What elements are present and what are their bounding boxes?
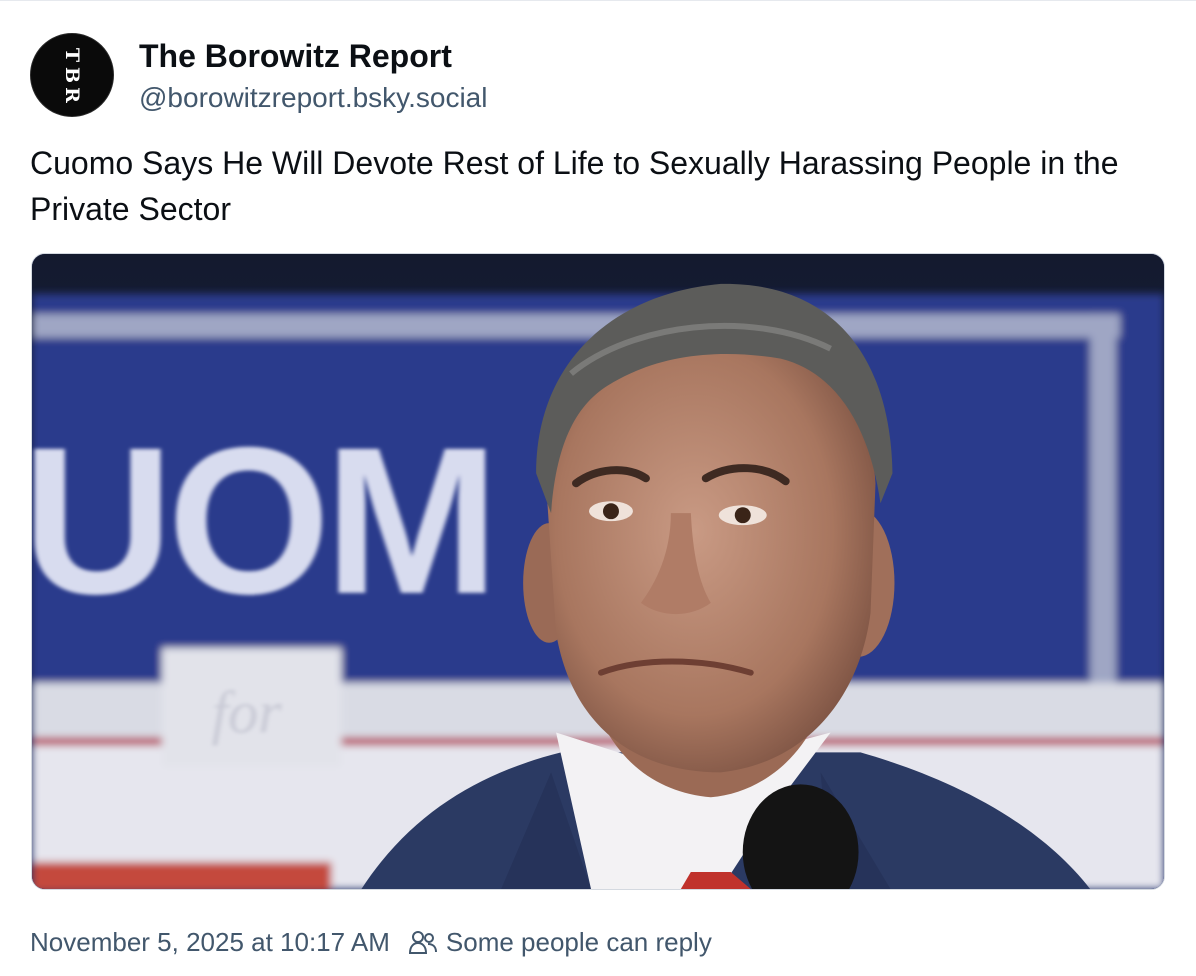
author-display-name[interactable]: The Borowitz Report	[139, 36, 452, 76]
people-icon	[408, 929, 438, 955]
reply-setting[interactable]: Some people can reply	[446, 927, 712, 958]
post-footer: November 5, 2025 at 10:17 AM Some people…	[30, 922, 712, 962]
avatar-letter-t: T	[60, 47, 83, 63]
post-image[interactable]: UOM for	[31, 253, 1165, 890]
avatar-letter-r: R	[60, 87, 83, 103]
avatar-letter-b: B	[61, 66, 83, 84]
post-text: Cuomo Says He Will Devote Rest of Life t…	[30, 145, 1119, 227]
top-divider	[0, 0, 1196, 1]
post-timestamp[interactable]: November 5, 2025 at 10:17 AM	[30, 927, 390, 958]
author-handle[interactable]: @borowitzreport.bsky.social	[139, 80, 487, 116]
photo-illustration: UOM for	[32, 254, 1164, 889]
author-avatar[interactable]: T B R	[30, 33, 114, 117]
sign-small-text: for	[212, 680, 283, 746]
sign-text: UOM	[32, 404, 493, 638]
